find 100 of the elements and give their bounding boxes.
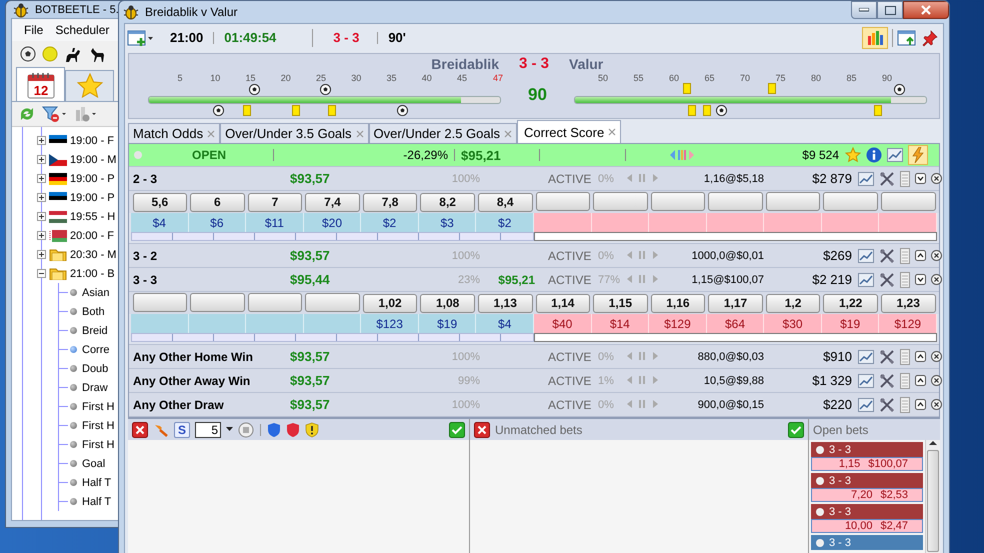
menu-item[interactable]: File	[24, 23, 44, 37]
minimize-button[interactable]	[851, 1, 877, 19]
tree-item[interactable]: 19:00 - M	[70, 154, 116, 166]
menu-item[interactable]: Scheduler	[55, 23, 110, 37]
price-button[interactable]: 1,23	[880, 294, 936, 312]
maximize-button[interactable]	[877, 1, 903, 19]
chevron-down-icon[interactable]	[915, 274, 926, 285]
close-icon[interactable]	[931, 173, 942, 184]
price-button[interactable]: 7	[248, 192, 302, 212]
line-chart-icon[interactable]	[858, 248, 874, 262]
stop-icon[interactable]	[238, 422, 254, 438]
line-chart-icon[interactable]	[858, 272, 874, 286]
add-window-icon[interactable]	[127, 28, 155, 46]
expand-icon[interactable]	[37, 250, 46, 259]
market-tab[interactable]: Over/Under 3.5 Goals	[220, 123, 369, 143]
tree-item[interactable]: 19:00 - F	[70, 134, 114, 146]
info-icon[interactable]	[866, 147, 882, 163]
expand-icon[interactable]	[37, 193, 46, 202]
close-icon[interactable]	[931, 375, 942, 386]
soccer-icon[interactable]	[20, 46, 36, 62]
expand-icon[interactable]	[37, 231, 46, 240]
line-chart-icon[interactable]	[858, 374, 874, 388]
tree-item[interactable]: Asian	[82, 286, 110, 298]
market-tab[interactable]: Correct Score	[517, 120, 622, 143]
price-button[interactable]: 1,15	[593, 294, 648, 312]
chevron-up-icon[interactable]	[915, 399, 926, 410]
star-icon[interactable]	[845, 147, 861, 163]
close-button[interactable]	[903, 1, 949, 19]
price-button[interactable]	[650, 192, 706, 210]
crossed-tools-icon[interactable]	[879, 248, 895, 264]
tree-item[interactable]: Half T	[82, 496, 112, 508]
chart-toggle-button[interactable]	[862, 26, 888, 48]
tree-item[interactable]: First H	[82, 400, 114, 412]
price-button[interactable]: 1,16	[650, 294, 706, 312]
shield-icon[interactable]	[286, 422, 300, 438]
tree-item[interactable]: First H	[82, 438, 114, 450]
filter-icon[interactable]	[42, 105, 68, 123]
close-icon[interactable]	[931, 250, 942, 261]
collapse-icon[interactable]	[37, 269, 46, 278]
price-button[interactable]	[766, 192, 820, 210]
close-icon[interactable]	[474, 422, 490, 438]
expand-icon[interactable]	[37, 212, 46, 221]
price-button[interactable]: 1,14	[536, 294, 590, 312]
price-button[interactable]	[190, 292, 245, 312]
price-button[interactable]: 1,02	[362, 294, 418, 312]
price-button[interactable]: 1,22	[823, 294, 878, 312]
price-button[interactable]: 1,08	[420, 294, 475, 312]
tree-item[interactable]: 19:55 - H	[70, 210, 116, 222]
tree-item[interactable]: 19:00 - P	[70, 192, 115, 204]
warning-shield-icon[interactable]	[305, 422, 319, 438]
line-chart-icon[interactable]	[858, 172, 874, 186]
price-button[interactable]	[708, 192, 763, 210]
market-tab[interactable]: Over/Under 2.5 Goals	[368, 123, 517, 143]
crossed-tools-icon[interactable]	[879, 348, 895, 364]
price-button[interactable]	[880, 192, 936, 210]
window-upload-icon[interactable]	[897, 28, 917, 46]
price-button[interactable]: 7,8	[362, 192, 418, 212]
bet-header[interactable]: 3 - 3	[811, 473, 923, 488]
tree-item[interactable]: Draw	[82, 382, 108, 394]
price-button[interactable]	[823, 192, 878, 210]
line-chart-icon[interactable]	[887, 148, 903, 162]
price-button[interactable]: 8,2	[420, 192, 475, 212]
close-icon[interactable]	[132, 422, 148, 438]
price-button[interactable]: 1,13	[478, 294, 532, 312]
price-button[interactable]: 1,17	[708, 294, 763, 312]
count-field[interactable]: 5	[195, 422, 221, 438]
side-tab[interactable]: 12	[16, 67, 65, 101]
crossed-tools-icon[interactable]	[879, 372, 895, 388]
price-button[interactable]: 1,2	[766, 294, 820, 312]
close-icon[interactable]	[931, 274, 942, 285]
price-button[interactable]	[305, 292, 360, 312]
price-button[interactable]: 5,6	[132, 192, 188, 212]
crossed-tools-icon[interactable]	[879, 272, 895, 288]
price-button[interactable]	[536, 192, 590, 210]
close-icon[interactable]	[931, 351, 942, 362]
tree-item[interactable]: 20:30 - M	[70, 248, 116, 260]
caret-icon[interactable]	[226, 427, 233, 432]
tree-item[interactable]: First H	[82, 420, 114, 432]
tree-item[interactable]: Breid	[82, 324, 108, 336]
tree-item[interactable]: Goal	[82, 458, 106, 470]
bet-header[interactable]: 3 - 3	[811, 442, 923, 457]
chevron-up-icon[interactable]	[915, 250, 926, 261]
tree-item[interactable]: Half T	[82, 476, 112, 488]
price-button[interactable]	[248, 292, 302, 312]
expand-icon[interactable]	[37, 155, 46, 164]
line-chart-icon[interactable]	[858, 350, 874, 364]
line-chart-icon[interactable]	[858, 398, 874, 412]
pin-icon[interactable]	[921, 28, 939, 46]
expand-icon[interactable]	[37, 136, 46, 145]
tree-item[interactable]: 19:00 - P	[70, 172, 115, 184]
s-button[interactable]: S	[174, 422, 190, 438]
tree-item[interactable]: Doub	[82, 362, 108, 374]
expand-icon[interactable]	[37, 174, 46, 183]
crossed-tools-icon[interactable]	[879, 396, 895, 412]
price-button[interactable]: 8,4	[478, 192, 532, 212]
price-button[interactable]: 7,4	[305, 192, 360, 212]
tree-item[interactable]: Both	[82, 306, 105, 318]
tree-item[interactable]: 21:00 - B	[70, 268, 115, 280]
horse-rider-icon[interactable]	[64, 45, 82, 63]
chevron-down-icon[interactable]	[915, 173, 926, 184]
